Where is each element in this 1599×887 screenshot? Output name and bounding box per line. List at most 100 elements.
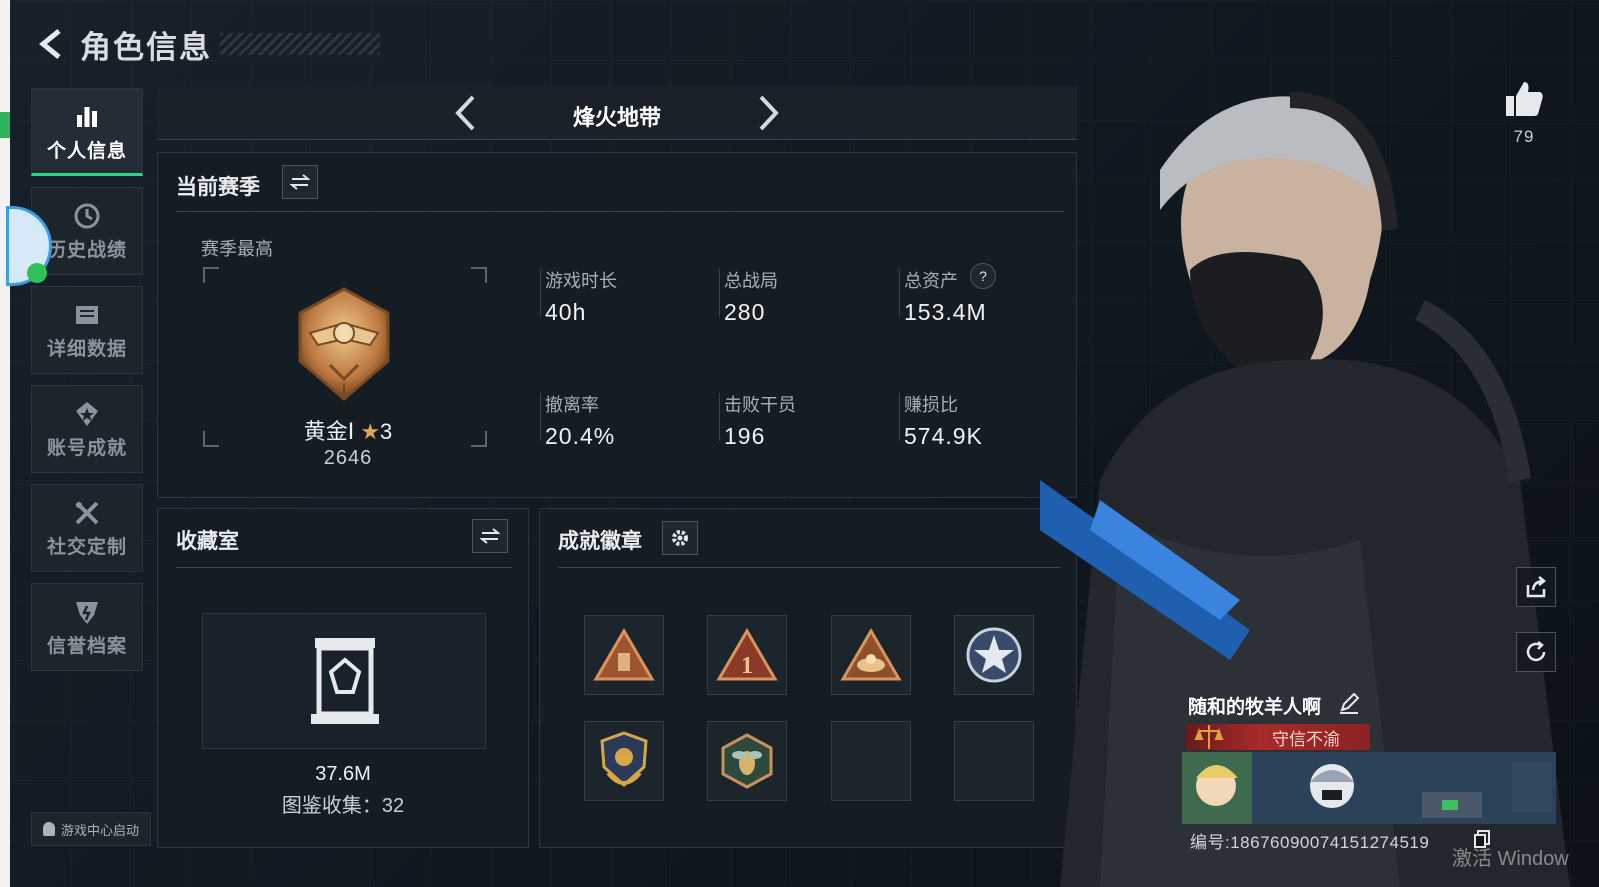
nav-item-detailed-data[interactable]: 详细数据 <box>31 286 143 374</box>
badge-slot-6[interactable] <box>707 721 787 801</box>
page-title: 角色信息 <box>80 29 212 65</box>
launch-label: 游戏中心启动 <box>60 822 139 838</box>
gold-shield-laurel-badge-icon <box>600 731 648 788</box>
collection-vault-button[interactable] <box>202 613 486 749</box>
nav-label: 账号成就 <box>46 437 127 459</box>
edit-pencil-icon[interactable] <box>1338 692 1360 714</box>
badges-title: 成就徽章 <box>558 530 642 553</box>
badge-slot-7-empty[interactable] <box>831 721 911 801</box>
question-icon: ? <box>979 268 987 284</box>
honor-title-text: 守信不渝 <box>1272 729 1340 749</box>
like-count: 79 <box>1513 127 1535 146</box>
thumbs-up-icon[interactable] <box>1504 80 1544 118</box>
game-center-launch-button[interactable]: 游戏中心启动 <box>31 812 151 846</box>
honor-scale-icon <box>1194 725 1224 749</box>
assets-help-button[interactable]: ? <box>970 263 996 289</box>
nav-item-social-custom[interactable]: 社交定制 <box>31 484 143 572</box>
folder-data-icon <box>76 305 98 324</box>
season-divider <box>176 211 1064 212</box>
history-clock-icon <box>74 203 100 228</box>
silver-star-skull-badge-icon <box>966 627 1022 683</box>
collection-room-panel: 收藏室 37.6M 图鉴收集：32 <box>157 508 529 848</box>
stat-label-total-assets: 总资产 <box>904 271 958 291</box>
bar-chart-icon <box>77 106 97 127</box>
host-window-edge <box>0 0 10 887</box>
nav-item-personal-info[interactable]: 个人信息 <box>31 88 143 176</box>
share-button[interactable] <box>1516 567 1556 607</box>
stat-value-playtime: 40h <box>545 299 587 325</box>
stat-value-kills: 196 <box>724 423 766 449</box>
collection-count: 图鉴收集：32 <box>281 795 405 817</box>
stat-label-extract-rate: 撤离率 <box>545 395 599 415</box>
nav-label: 历史战绩 <box>46 239 127 261</box>
stat-label-playtime: 游戏时长 <box>545 271 617 291</box>
swap-arrows-icon <box>480 528 500 544</box>
wifi-status-icon <box>27 263 47 283</box>
season-switch-button[interactable] <box>282 165 318 199</box>
tools-icon <box>75 501 99 524</box>
refresh-icon <box>1526 641 1546 662</box>
vault-cabinet-icon <box>311 638 379 724</box>
back-arrow-icon <box>39 29 61 59</box>
bronze-pyramid-badge-icon <box>593 628 655 681</box>
badge-slot-4[interactable] <box>954 615 1034 695</box>
os-activation-watermark: 激活 Window <box>1452 848 1569 870</box>
nav-label: 信誉档案 <box>46 635 127 657</box>
next-mode-button[interactable] <box>749 92 789 134</box>
nav-item-achievements[interactable]: 账号成就 <box>31 385 143 473</box>
side-nav: 个人信息 历史战绩 详细数据 账号成就 社交定制 信誉档案 <box>31 88 143 682</box>
rank-stars-count: 3 <box>380 419 393 444</box>
mode-switcher: 烽火地带 <box>157 86 1077 140</box>
title-hatch-decoration <box>220 33 380 55</box>
nav-label: 社交定制 <box>46 536 127 558</box>
gear-icon <box>672 530 688 546</box>
current-season-panel: 当前赛季 赛季最高 I 黄金Ⅰ ★3 2646 游戏时长 40h 总战局 280… <box>157 152 1077 498</box>
header: 角色信息 <box>30 18 380 70</box>
refresh-button[interactable] <box>1516 632 1556 672</box>
nav-label: 个人信息 <box>46 140 127 162</box>
badges-settings-button[interactable] <box>662 521 698 555</box>
svg-text:I: I <box>342 380 346 394</box>
stat-value-profit-loss: 574.9K <box>904 423 983 449</box>
rank-star-icon: ★ <box>360 419 381 444</box>
bronze-nest-badge-icon <box>840 628 902 681</box>
achievement-badges-panel: 成就徽章 1 <box>539 508 1077 848</box>
player-id: 编号:18676090074151274519 <box>1190 833 1430 852</box>
back-button[interactable] <box>30 22 74 66</box>
collection-value: 37.6M <box>315 763 371 785</box>
mode-title: 烽火地带 <box>572 105 661 130</box>
badge-slot-2[interactable]: 1 <box>707 615 787 695</box>
bronze-number-one-badge-icon: 1 <box>716 628 778 681</box>
rank-name: 黄金Ⅰ ★3 <box>258 414 438 446</box>
share-icon <box>1526 576 1547 598</box>
bee-hexagon-badge-icon <box>721 733 773 789</box>
badge-slot-1[interactable] <box>584 615 664 695</box>
stat-value-total-assets: 153.4M <box>904 299 987 325</box>
bell-icon <box>42 822 55 836</box>
credit-shield-icon <box>76 601 98 624</box>
collection-title: 收藏室 <box>176 530 239 553</box>
stat-label-kills: 击败干员 <box>724 395 796 415</box>
season-best-label: 赛季最高 <box>201 239 273 259</box>
badge-slot-5[interactable] <box>584 721 664 801</box>
nav-item-credit-archive[interactable]: 信誉档案 <box>31 583 143 671</box>
stat-label-total-matches: 总战局 <box>724 271 778 291</box>
rank-score: 2646 <box>323 447 373 469</box>
collection-switch-button[interactable] <box>472 519 508 553</box>
player-banner-image <box>1182 752 1556 824</box>
stat-value-total-matches: 280 <box>724 299 766 325</box>
like-block: 79 <box>1495 80 1553 147</box>
stat-label-profit-loss: 赚损比 <box>904 395 958 415</box>
svg-text:1: 1 <box>741 653 753 679</box>
gold-rank-eagle-icon: I <box>298 287 390 401</box>
badges-divider <box>558 567 1060 568</box>
stat-value-extract-rate: 20.4% <box>545 423 616 449</box>
badge-slot-8-empty[interactable] <box>954 721 1034 801</box>
swap-arrows-icon <box>290 174 310 190</box>
season-title: 当前赛季 <box>176 176 260 199</box>
anime-banner-art <box>1182 752 1556 824</box>
nav-label: 详细数据 <box>46 338 127 360</box>
player-name: 随和的牧羊人啊 <box>1188 697 1322 718</box>
honor-title-badge: 守信不渝 <box>1186 724 1370 750</box>
badge-slot-3[interactable] <box>831 615 911 695</box>
